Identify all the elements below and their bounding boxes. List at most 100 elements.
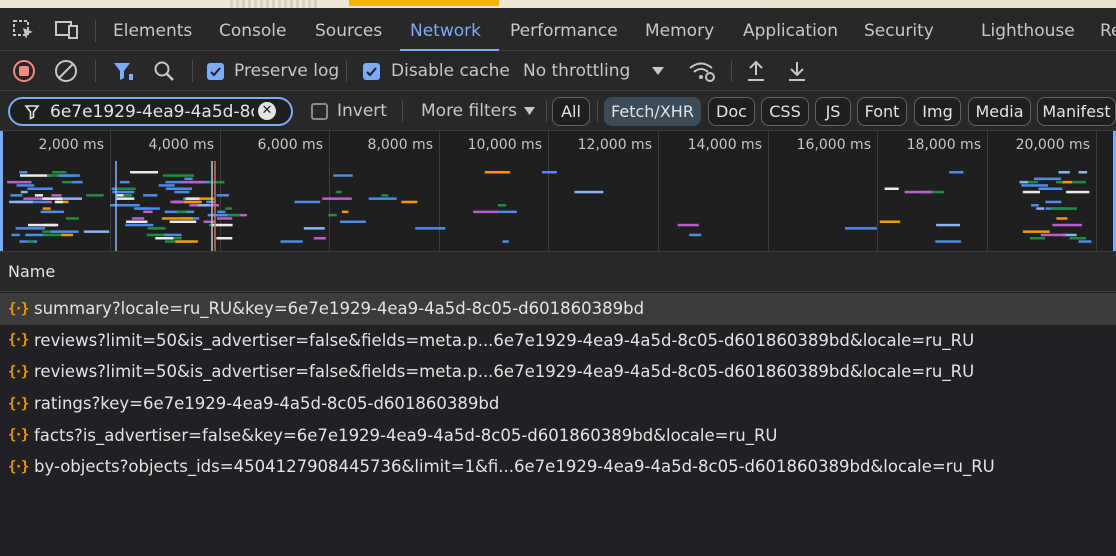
overview-request-bar [484, 171, 511, 174]
overview-request-bar [342, 210, 349, 214]
table-row[interactable]: {·} reviews?limit=50&is_advertiser=false&… [0, 325, 1116, 357]
overview-request-bar [1069, 237, 1087, 240]
inspect-element-icon[interactable] [12, 19, 36, 41]
tab-memory[interactable]: Memory [645, 8, 714, 50]
overview-request-bar [216, 194, 229, 197]
more-filters-button[interactable]: More filters [421, 91, 517, 131]
filter-toggle-icon[interactable] [111, 51, 135, 91]
overview-request-bar [119, 180, 130, 184]
overview-request-bar [381, 194, 389, 197]
overview-request-bar [502, 240, 509, 243]
network-conditions-icon[interactable] [688, 51, 716, 91]
overview-request-bar [43, 223, 59, 227]
more-filters-dropdown-icon[interactable] [523, 91, 536, 131]
overview-request-bar [216, 217, 233, 220]
overview-request-bar [368, 197, 397, 200]
tab-overflow[interactable]: Re [1100, 8, 1116, 50]
overview-request-bar [20, 190, 28, 194]
request-name: reviews?limit=50&is_advertiser=false&fie… [34, 362, 975, 382]
overview-request-bar [1040, 187, 1063, 190]
overview-request-bar [126, 220, 148, 223]
overview-request-bar [216, 237, 233, 240]
throttling-dropdown-icon[interactable] [651, 51, 665, 91]
overview-request-bar [1056, 217, 1068, 220]
overview-request-bar [40, 210, 65, 214]
type-filter-js[interactable]: JS [815, 97, 851, 126]
network-overview-timeline[interactable]: 2,000 ms 4,000 ms 6,000 ms 8,000 ms 10,000 m… [0, 131, 1116, 252]
overview-request-bar [1066, 190, 1090, 194]
overview-request-bar [689, 233, 702, 237]
type-filter-all[interactable]: All [552, 97, 590, 126]
overview-request-bar [116, 197, 135, 200]
search-icon[interactable] [152, 51, 176, 91]
overview-left-handle[interactable] [0, 131, 3, 251]
xhr-request-icon: {·} [8, 395, 29, 412]
type-filter-media[interactable]: Media [968, 97, 1031, 126]
overview-request-bar [116, 187, 136, 190]
overview-request-bar [879, 220, 901, 223]
record-stop-icon[interactable] [12, 51, 36, 91]
column-header-name[interactable]: Name [0, 252, 1116, 292]
xhr-request-icon: {·} [8, 300, 29, 317]
device-toolbar-icon[interactable] [54, 19, 78, 41]
type-filter-css[interactable]: CSS [761, 97, 809, 126]
overview-request-bar [50, 230, 79, 233]
preserve-log-label: Preserve log [234, 61, 340, 81]
overview-request-bar [169, 220, 197, 223]
overview-request-bar [65, 217, 79, 220]
type-filter-fetch-xhr[interactable]: Fetch/XHR [604, 97, 701, 126]
table-row[interactable]: {·} reviews?limit=50&is_advertiser=false&… [0, 356, 1116, 388]
overview-request-bar [51, 194, 62, 197]
overview-request-bar [147, 227, 166, 230]
tab-security[interactable]: Security [864, 8, 934, 50]
overview-request-bar [547, 171, 557, 174]
type-filter-doc[interactable]: Doc [708, 97, 755, 126]
funnel-icon [24, 104, 40, 124]
overview-request-bar [130, 171, 158, 174]
filter-input-value[interactable]: 6e7e1929-4ea9-4a5d-8c [50, 99, 254, 124]
tab-console[interactable]: Console [219, 8, 287, 50]
clear-filter-icon[interactable]: ✕ [258, 102, 276, 120]
import-har-icon[interactable] [745, 51, 767, 91]
tab-performance[interactable]: Performance [510, 8, 618, 50]
xhr-request-icon: {·} [8, 363, 29, 380]
overview-request-bar [16, 184, 35, 187]
overview-request-bar [494, 210, 517, 214]
throttling-select[interactable]: No throttling [523, 51, 630, 91]
overview-request-bar [183, 200, 202, 204]
request-name: facts?is_advertiser=false&key=6e7e1929-4… [34, 425, 778, 445]
type-filter-font[interactable]: Font [857, 97, 907, 126]
preserve-log-checkbox[interactable] [207, 51, 224, 91]
network-toolbar: Preserve log Disable cache No throttling [0, 51, 1116, 91]
filter-input[interactable]: 6e7e1929-4ea9-4a5d-8c ✕ [8, 97, 293, 126]
overview-request-bar [333, 174, 353, 177]
checkmark-icon [207, 62, 224, 80]
table-row[interactable]: {·} summary?locale=ru_RU&key=6e7e1929-4ea… [0, 293, 1116, 325]
request-name: reviews?limit=50&is_advertiser=false&fie… [34, 330, 975, 350]
overview-request-bar [1058, 171, 1070, 174]
table-row[interactable]: {·} by-objects?objects_ids=45041279084457… [0, 451, 1116, 483]
overview-request-bar [197, 204, 210, 207]
invert-checkbox[interactable] [311, 91, 328, 131]
clear-icon[interactable] [54, 51, 78, 91]
tab-elements[interactable]: Elements [113, 8, 192, 50]
tab-network[interactable]: Network [400, 8, 499, 51]
overview-request-bar [34, 194, 43, 197]
tab-lighthouse[interactable]: Lighthouse [981, 8, 1075, 50]
table-row[interactable]: {·} ratings?key=6e7e1929-4ea9-4a5d-8c05-d… [0, 388, 1116, 420]
disable-cache-checkbox[interactable] [363, 51, 380, 91]
tab-sources[interactable]: Sources [315, 8, 382, 50]
table-row[interactable]: {·} facts?is_advertiser=false&key=6e7e192… [0, 419, 1116, 451]
type-filter-img[interactable]: Img [914, 97, 961, 126]
request-name: by-objects?objects_ids=4504127908445736&… [34, 457, 995, 477]
overview-request-bar [1051, 207, 1077, 210]
export-har-icon[interactable] [786, 51, 808, 91]
overview-request-bar [207, 213, 228, 217]
overview-request-bar [313, 237, 326, 240]
overview-request-bar [217, 210, 226, 214]
invert-label: Invert [337, 101, 387, 121]
tab-application[interactable]: Application [743, 8, 838, 50]
overview-request-bar [25, 233, 44, 237]
overview-request-bar [176, 210, 186, 214]
type-filter-manifest[interactable]: Manifest [1037, 97, 1116, 126]
